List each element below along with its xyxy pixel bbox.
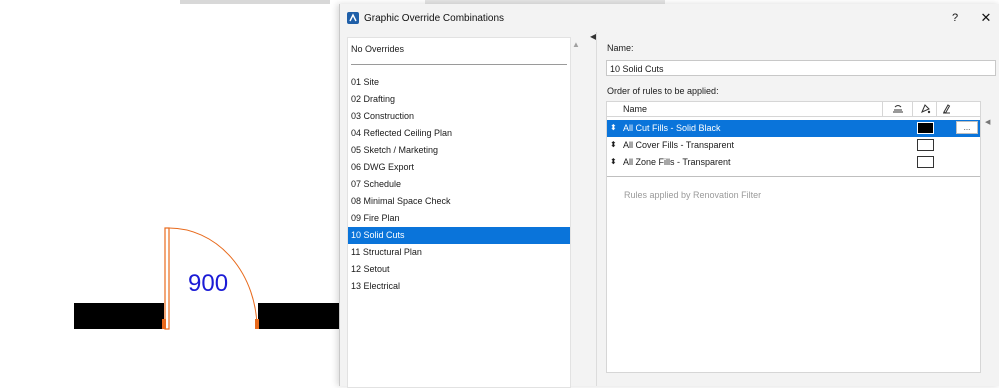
combinations-list: No Overrides 01 Site 02 Drafting 03 Cons… (347, 37, 571, 388)
fill-swatch-white[interactable] (917, 156, 934, 168)
list-item[interactable]: 07 Schedule (348, 176, 570, 193)
list-item[interactable]: 04 Reflected Ceiling Plan (348, 125, 570, 142)
list-item[interactable]: 01 Site (348, 74, 570, 91)
rule-options-button[interactable]: ... (956, 121, 978, 134)
list-item[interactable]: 03 Construction (348, 108, 570, 125)
app-icon (347, 12, 359, 24)
list-item[interactable]: 05 Sketch / Marketing (348, 142, 570, 159)
fill-swatch-black[interactable] (917, 122, 934, 134)
list-item[interactable]: 11 Structural Plan (348, 244, 570, 261)
list-item[interactable]: 13 Electrical (348, 278, 570, 295)
list-item-selected[interactable]: 10 Solid Cuts (348, 227, 570, 244)
dialog-titlebar[interactable]: Graphic Override Combinations ? ✕ (340, 4, 999, 32)
drag-handle-icon[interactable]: ⬍ (610, 140, 617, 149)
list-divider (351, 64, 567, 65)
list-item[interactable]: 09 Fire Plan (348, 210, 570, 227)
rule-row-selected[interactable]: ⬍ All Cut Fills - Solid Black ... (607, 120, 980, 137)
panel-splitter[interactable] (596, 32, 597, 386)
drag-handle-icon[interactable]: ⬍ (610, 123, 617, 132)
rule-name: All Zone Fills - Transparent (623, 157, 731, 167)
renovation-filter-note: Rules applied by Renovation Filter (624, 190, 762, 200)
drag-handle-icon[interactable]: ⬍ (610, 157, 617, 166)
graphic-override-dialog: Graphic Override Combinations ? ✕ No Ove… (339, 4, 999, 388)
help-button[interactable]: ? (946, 10, 964, 26)
rule-name: All Cut Fills - Solid Black (623, 123, 721, 133)
list-item[interactable]: 02 Drafting (348, 91, 570, 108)
pen-override-icon (936, 102, 955, 116)
rules-header: Name (607, 102, 980, 117)
close-button[interactable]: ✕ (977, 10, 995, 26)
name-input[interactable]: 10 Solid Cuts (606, 60, 996, 76)
fill-swatch-white[interactable] (917, 139, 934, 151)
fill-override-icon (912, 102, 937, 116)
rule-row[interactable]: ⬍ All Zone Fills - Transparent (607, 154, 980, 171)
rule-row[interactable]: ⬍ All Cover Fills - Transparent (607, 137, 980, 154)
list-scroll-up-icon[interactable]: ▲ (572, 40, 580, 49)
order-label: Order of rules to be applied: (607, 86, 719, 96)
dialog-title: Graphic Override Combinations (364, 13, 505, 24)
list-item-no-overrides[interactable]: No Overrides (351, 44, 404, 54)
renovation-icon (882, 102, 913, 116)
list-item[interactable]: 12 Setout (348, 261, 570, 278)
renovation-divider (607, 176, 980, 177)
name-label: Name: (607, 43, 634, 53)
list-item[interactable]: 06 DWG Export (348, 159, 570, 176)
rule-name: All Cover Fills - Transparent (623, 140, 735, 150)
list-item[interactable]: 08 Minimal Space Check (348, 193, 570, 210)
wall-right (258, 303, 342, 329)
rules-scroll-arrow-icon[interactable]: ◀ (985, 118, 990, 126)
door-width-dimension: 900 (188, 270, 229, 297)
rules-table: Name ⬍ All Cut Fills - Solid Black ... ⬍… (606, 101, 981, 373)
rules-header-name: Name (623, 104, 648, 114)
